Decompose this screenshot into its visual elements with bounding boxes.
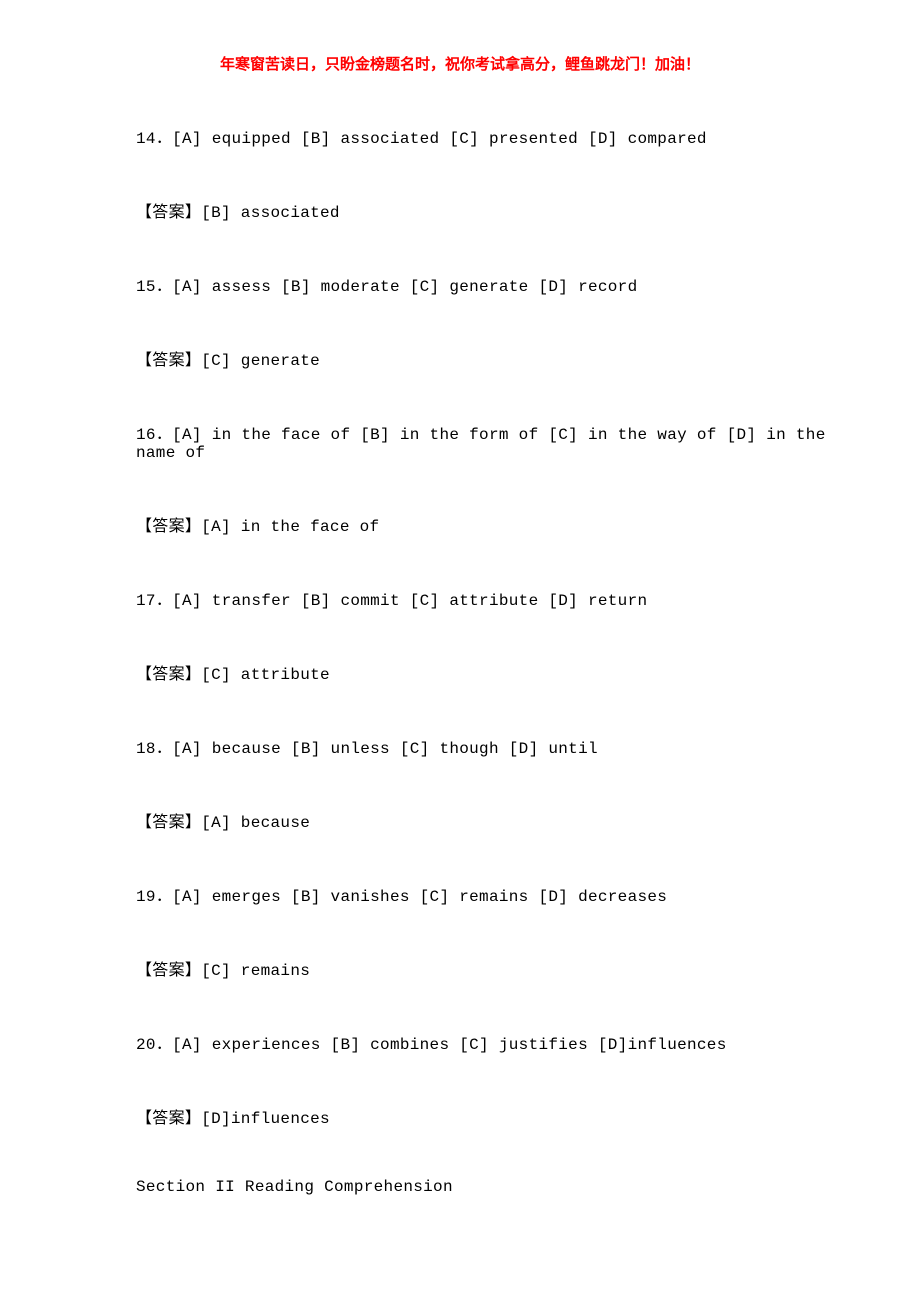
question-num: 16: [136, 426, 156, 444]
question-options: ．[A] in the face of [B] in the form of […: [136, 426, 826, 462]
header-banner: 年寒窗苦读日，只盼金榜题名时，祝你考试拿高分，鲤鱼跳龙门！加油！: [0, 53, 920, 74]
question-options: ．[A] experiences [B] combines [C] justif…: [156, 1036, 727, 1054]
question-16: 16．[A] in the face of [B] in the form of…: [136, 420, 860, 462]
question-num: 14: [136, 130, 156, 148]
answer-label: 【答案】: [136, 352, 201, 369]
question-num: 19: [136, 888, 156, 906]
answer-value: [A] in the face of: [201, 518, 379, 536]
answer-label: 【答案】: [136, 204, 201, 221]
answer-value: [A] because: [201, 814, 310, 832]
question-19: 19．[A] emerges [B] vanishes [C] remains …: [136, 882, 860, 906]
question-17: 17．[A] transfer [B] commit [C] attribute…: [136, 586, 860, 610]
answer-value: [B] associated: [201, 204, 340, 222]
answer-label: 【答案】: [136, 666, 201, 683]
question-18: 18．[A] because [B] unless [C] though [D]…: [136, 734, 860, 758]
answer-14: 【答案】[B] associated: [136, 198, 860, 222]
question-15: 15．[A] assess [B] moderate [C] generate …: [136, 272, 860, 296]
answer-value: [C] attribute: [201, 666, 330, 684]
question-num: 18: [136, 740, 156, 758]
answer-18: 【答案】[A] because: [136, 808, 860, 832]
question-options: ．[A] equipped [B] associated [C] present…: [156, 130, 707, 148]
answer-label: 【答案】: [136, 518, 201, 535]
content-area: 14．[A] equipped [B] associated [C] prese…: [0, 124, 920, 1196]
answer-label: 【答案】: [136, 962, 201, 979]
question-14: 14．[A] equipped [B] associated [C] prese…: [136, 124, 860, 148]
answer-label: 【答案】: [136, 1110, 201, 1127]
question-options: ．[A] assess [B] moderate [C] generate [D…: [156, 278, 638, 296]
question-num: 15: [136, 278, 156, 296]
question-options: ．[A] emerges [B] vanishes [C] remains [D…: [156, 888, 667, 906]
answer-value: [C] generate: [201, 352, 320, 370]
answer-label: 【答案】: [136, 814, 201, 831]
answer-16: 【答案】[A] in the face of: [136, 512, 860, 536]
answer-15: 【答案】[C] generate: [136, 346, 860, 370]
question-options: ．[A] because [B] unless [C] though [D] u…: [156, 740, 598, 758]
answer-20: 【答案】[D]influences: [136, 1104, 860, 1128]
question-num: 17: [136, 592, 156, 610]
answer-value: [D]influences: [201, 1110, 330, 1128]
section-heading: Section II Reading Comprehension: [136, 1178, 860, 1196]
answer-17: 【答案】[C] attribute: [136, 660, 860, 684]
question-num: 20: [136, 1036, 156, 1054]
answer-19: 【答案】[C] remains: [136, 956, 860, 980]
answer-value: [C] remains: [201, 962, 310, 980]
question-20: 20．[A] experiences [B] combines [C] just…: [136, 1030, 860, 1054]
question-options: ．[A] transfer [B] commit [C] attribute […: [156, 592, 648, 610]
